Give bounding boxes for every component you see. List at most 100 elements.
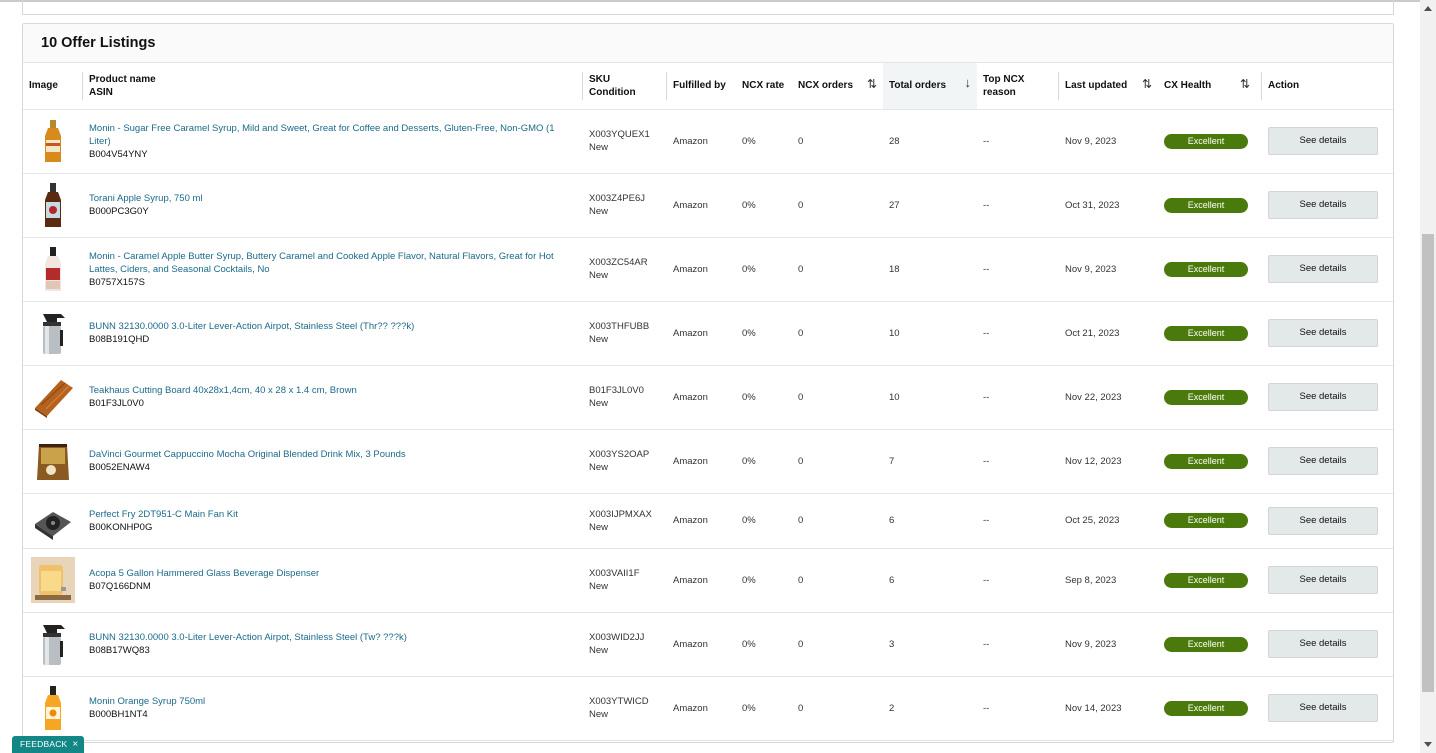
col-header-last-updated[interactable]: Last updated ⇅ [1059, 63, 1158, 110]
total-orders-cell: 10 [883, 301, 977, 366]
top-ncx-reason-cell: -- [977, 429, 1059, 494]
sku-text: X003YQUEX1 [589, 129, 650, 140]
product-name-link[interactable]: Monin - Caramel Apple Butter Syrup, Butt… [89, 250, 577, 276]
table-row: Monin - Caramel Apple Butter Syrup, Butt… [23, 237, 1393, 302]
close-icon[interactable]: × [72, 739, 78, 750]
product-name-link[interactable]: BUNN 32130.0000 3.0-Liter Lever-Action A… [89, 320, 577, 333]
sku-text: X003WID2JJ [589, 632, 645, 643]
syrup-bottle-orange-icon[interactable] [31, 685, 75, 731]
condition-text: New [589, 709, 609, 720]
scroll-down-arrow-icon[interactable] [1424, 742, 1432, 747]
product-name-link[interactable]: Acopa 5 Gallon Hammered Glass Beverage D… [89, 567, 577, 580]
last-updated-cell: Nov 14, 2023 [1059, 676, 1158, 741]
top-ncx-reason-cell: -- [977, 612, 1059, 677]
scrollbar[interactable] [1420, 0, 1436, 753]
see-details-button[interactable]: See details [1268, 630, 1378, 658]
col-header-cx-health[interactable]: CX Health ⇅ [1158, 63, 1262, 110]
cx-health-badge: Excellent [1164, 700, 1248, 716]
sku-text: X003THFUBB [589, 321, 650, 332]
cx-health-badge: Excellent [1164, 133, 1248, 149]
total-orders-cell: 3 [883, 612, 977, 677]
fulfilled-by-cell: Amazon [667, 612, 736, 677]
cutting-board-icon[interactable] [31, 374, 75, 420]
see-details-button[interactable]: See details [1268, 506, 1378, 535]
syrup-bottle-dark-icon[interactable] [31, 182, 75, 228]
condition-text: New [589, 142, 609, 153]
total-orders-cell: 2 [883, 676, 977, 741]
syrup-bottle-red-icon[interactable] [31, 246, 75, 292]
asin-text: B0052ENAW4 [89, 462, 150, 473]
last-updated-cell: Oct 25, 2023 [1059, 493, 1158, 549]
fulfilled-by-cell: Amazon [667, 548, 736, 613]
feedback-button[interactable]: FEEDBACK × [12, 736, 85, 753]
sku-text: X003YS2OAP [589, 449, 650, 460]
product-name-link[interactable]: Torani Apple Syrup, 750 ml [89, 192, 577, 205]
offer-listings-card: 10 Offer Listings Image Product name ASIN… [22, 23, 1394, 743]
sort-descending-icon[interactable]: ↓ [965, 76, 972, 89]
see-details-button[interactable]: See details [1268, 255, 1378, 283]
cx-health-badge: Excellent [1164, 325, 1248, 341]
condition-text: New [589, 645, 609, 656]
col-header-fulfilled-by: Fulfilled by [667, 63, 736, 110]
product-name-link[interactable]: BUNN 32130.0000 3.0-Liter Lever-Action A… [89, 631, 577, 644]
col-header-total-orders[interactable]: Total orders ↓ [883, 63, 977, 110]
product-name-link[interactable]: Monin - Sugar Free Caramel Syrup, Mild a… [89, 122, 577, 148]
condition-text: New [589, 462, 609, 473]
ncx-orders-cell: 0 [792, 676, 883, 741]
beverage-dispenser-icon[interactable] [31, 557, 75, 603]
asin-text: B00KONHP0G [89, 521, 153, 533]
drink-mix-bag-icon[interactable] [31, 438, 75, 484]
product-name-link[interactable]: DaVinci Gourmet Cappuccino Mocha Origina… [89, 448, 577, 461]
airpot-icon[interactable] [31, 621, 75, 667]
see-details-button[interactable]: See details [1268, 191, 1378, 219]
syrup-bottle-amber-icon[interactable] [31, 118, 75, 164]
last-updated-cell: Nov 9, 2023 [1059, 109, 1158, 174]
last-updated-cell: Oct 21, 2023 [1059, 301, 1158, 366]
cx-health-badge: Excellent [1164, 636, 1248, 652]
scroll-up-arrow-icon[interactable] [1424, 6, 1432, 11]
sku-text: X003VAII1F [589, 568, 640, 579]
sku-text: X003ZC54AR [589, 257, 648, 268]
cx-health-badge: Excellent [1164, 389, 1248, 405]
last-updated-cell: Nov 9, 2023 [1059, 237, 1158, 302]
see-details-button[interactable]: See details [1268, 127, 1378, 155]
total-orders-cell: 6 [883, 548, 977, 613]
condition-text: New [589, 521, 609, 533]
see-details-button[interactable]: See details [1268, 319, 1378, 347]
cx-health-badge: Excellent [1164, 453, 1248, 469]
fulfilled-by-cell: Amazon [667, 173, 736, 238]
see-details-button[interactable]: See details [1268, 447, 1378, 475]
asin-text: B000BH1NT4 [89, 709, 148, 720]
see-details-button[interactable]: See details [1268, 383, 1378, 411]
sort-icon[interactable]: ⇅ [867, 78, 877, 91]
fan-kit-icon[interactable] [31, 498, 75, 544]
col-header-ncx-orders[interactable]: NCX orders ⇅ [792, 63, 883, 110]
sort-icon[interactable]: ⇅ [1240, 78, 1250, 91]
product-name-link[interactable]: Monin Orange Syrup 750ml [89, 695, 577, 708]
see-details-button[interactable]: See details [1268, 694, 1378, 722]
ncx-orders-cell: 0 [792, 237, 883, 302]
ncx-orders-cell: 0 [792, 301, 883, 366]
last-updated-cell: Oct 31, 2023 [1059, 173, 1158, 238]
asin-text: B0757X157S [89, 276, 145, 288]
airpot-icon[interactable] [31, 310, 75, 356]
condition-text: New [589, 270, 609, 281]
col-header-ncx-rate: NCX rate [736, 63, 792, 110]
ncx-orders-cell: 0 [792, 365, 883, 430]
see-details-button[interactable]: See details [1268, 566, 1378, 594]
ncx-rate-cell: 0% [736, 548, 792, 613]
card-title: 10 Offer Listings [41, 35, 156, 51]
condition-text: New [589, 581, 609, 592]
last-updated-cell: Nov 12, 2023 [1059, 429, 1158, 494]
cx-health-badge: Excellent [1164, 572, 1248, 588]
condition-text: New [589, 206, 609, 217]
sort-icon[interactable]: ⇅ [1142, 78, 1152, 91]
product-name-link[interactable]: Teakhaus Cutting Board 40x28x1,4cm, 40 x… [89, 384, 577, 397]
table-row: Torani Apple Syrup, 750 ml B000PC3G0Y X0… [23, 173, 1393, 238]
top-ncx-reason-cell: -- [977, 173, 1059, 238]
scrollbar-thumb[interactable] [1422, 234, 1434, 692]
sku-text: B01F3JL0V0 [589, 385, 644, 396]
asin-text: B08B191QHD [89, 334, 150, 345]
product-name-link[interactable]: Perfect Fry 2DT951-C Main Fan Kit [89, 508, 577, 521]
condition-text: New [589, 334, 609, 345]
